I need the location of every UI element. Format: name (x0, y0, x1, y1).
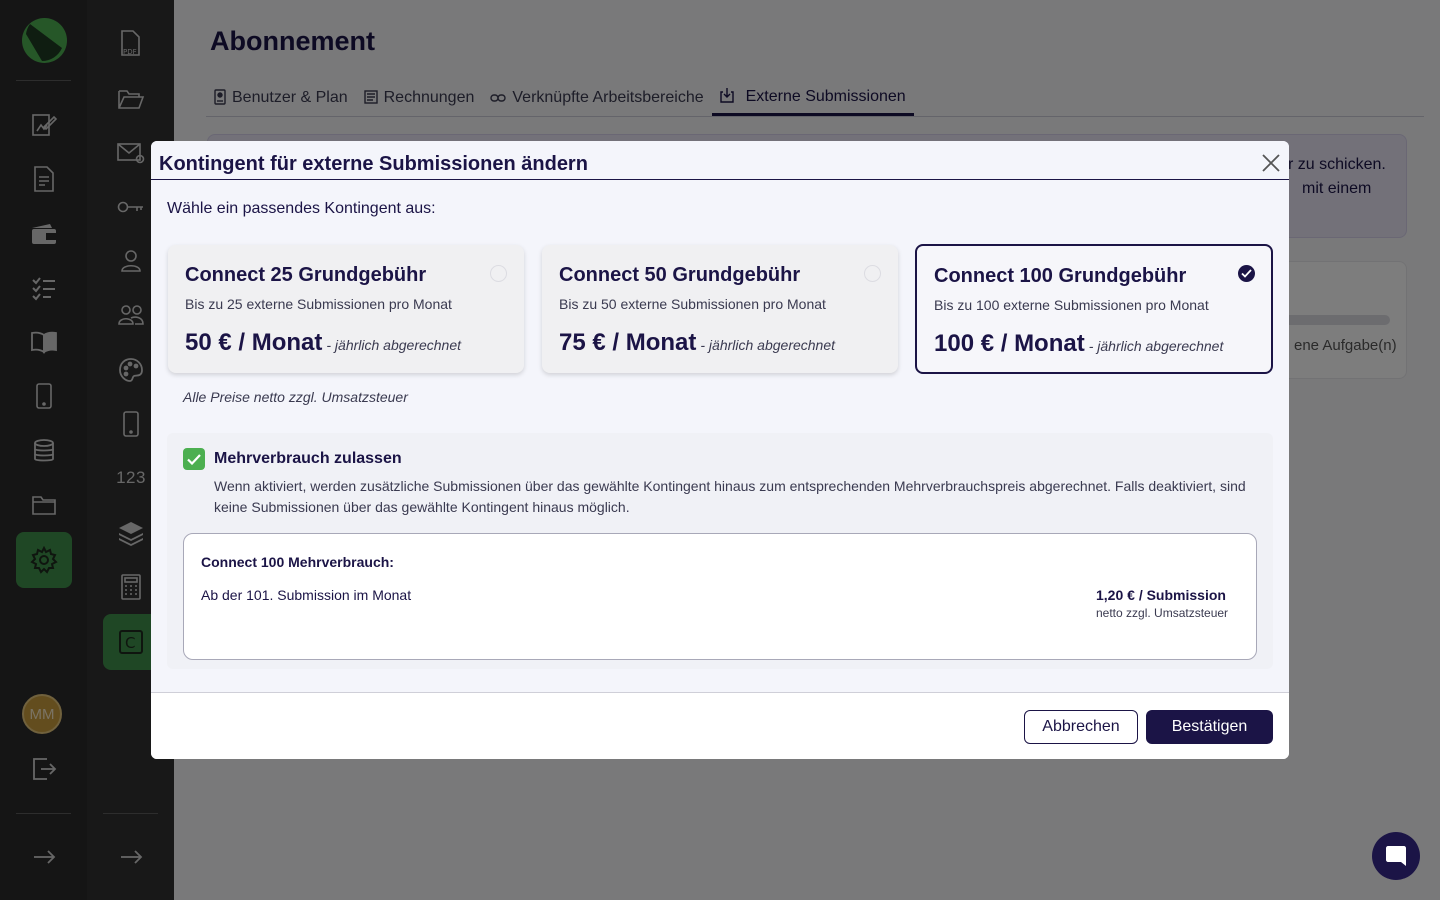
overuse-label[interactable]: Mehrverbrauch zulassen (214, 450, 402, 468)
plan-price: 75 € / Monat - jährlich abgerechnet (559, 329, 835, 357)
modal-header: Kontingent für externe Submissionen ände… (151, 141, 1289, 180)
confirm-button[interactable]: Bestätigen (1146, 710, 1273, 744)
plan-price-value: 50 € / Monat (185, 329, 323, 356)
overuse-description: Wenn aktiviert, werden zusätzliche Submi… (214, 478, 1246, 515)
quota-modal: Kontingent für externe Submissionen ände… (151, 141, 1289, 759)
plan-billing-note: - jährlich abgerechnet (700, 337, 836, 353)
plan-price-value: 100 € / Monat (934, 330, 1085, 357)
plan-price: 50 € / Monat - jährlich abgerechnet (185, 329, 461, 357)
overuse-checkbox[interactable] (183, 448, 205, 470)
overuse-detail-title: Connect 100 Mehrverbrauch: (201, 554, 394, 570)
close-button[interactable] (1259, 151, 1283, 175)
plan-title: Connect 25 Grundgebühr (185, 264, 427, 286)
plan-card-connect-25[interactable]: Connect 25 Grundgebühr Bis zu 25 externe… (168, 245, 524, 373)
check-icon (187, 453, 201, 465)
chat-icon (1386, 846, 1406, 866)
plan-description: Bis zu 25 externe Submissionen pro Monat (185, 296, 452, 312)
plan-description: Bis zu 50 externe Submissionen pro Monat (559, 296, 826, 312)
overuse-detail-net-note: netto zzgl. Umsatzsteuer (1096, 606, 1229, 620)
modal-subtitle: Wähle ein passendes Kontingent aus: (167, 200, 436, 217)
price-net-note: Alle Preise netto zzgl. Umsatzsteuer (183, 389, 408, 405)
check-icon (1241, 269, 1252, 278)
chat-button[interactable] (1372, 832, 1420, 880)
plan-radio[interactable] (864, 265, 881, 282)
plan-title: Connect 100 Grundgebühr (934, 265, 1187, 287)
plan-title: Connect 50 Grundgebühr (559, 264, 801, 286)
overuse-detail-card: Connect 100 Mehrverbrauch: Ab der 101. S… (183, 533, 1257, 660)
modal-title: Kontingent für externe Submissionen ände… (159, 153, 588, 175)
plan-description: Bis zu 100 externe Submissionen pro Mona… (934, 297, 1209, 313)
plan-card-connect-50[interactable]: Connect 50 Grundgebühr Bis zu 50 externe… (542, 245, 898, 373)
plan-price: 100 € / Monat - jährlich abgerechnet (934, 330, 1223, 358)
plan-billing-note: - jährlich abgerechnet (326, 337, 462, 353)
overuse-detail-price: 1,20 € / Submission (1096, 587, 1226, 603)
plan-radio[interactable] (490, 265, 507, 282)
overuse-detail-threshold: Ab der 101. Submission im Monat (201, 587, 412, 603)
cancel-button[interactable]: Abbrechen (1024, 710, 1138, 744)
modal-footer: Abbrechen Bestätigen (151, 692, 1289, 759)
plan-radio-selected[interactable] (1238, 265, 1255, 282)
close-icon (1262, 154, 1280, 172)
plan-billing-note: - jährlich abgerechnet (1088, 338, 1224, 354)
plan-price-value: 75 € / Monat (559, 329, 697, 356)
plan-card-connect-100[interactable]: Connect 100 Grundgebühr Bis zu 100 exter… (915, 244, 1273, 374)
overuse-section: Mehrverbrauch zulassen Wenn aktiviert, w… (167, 433, 1273, 669)
